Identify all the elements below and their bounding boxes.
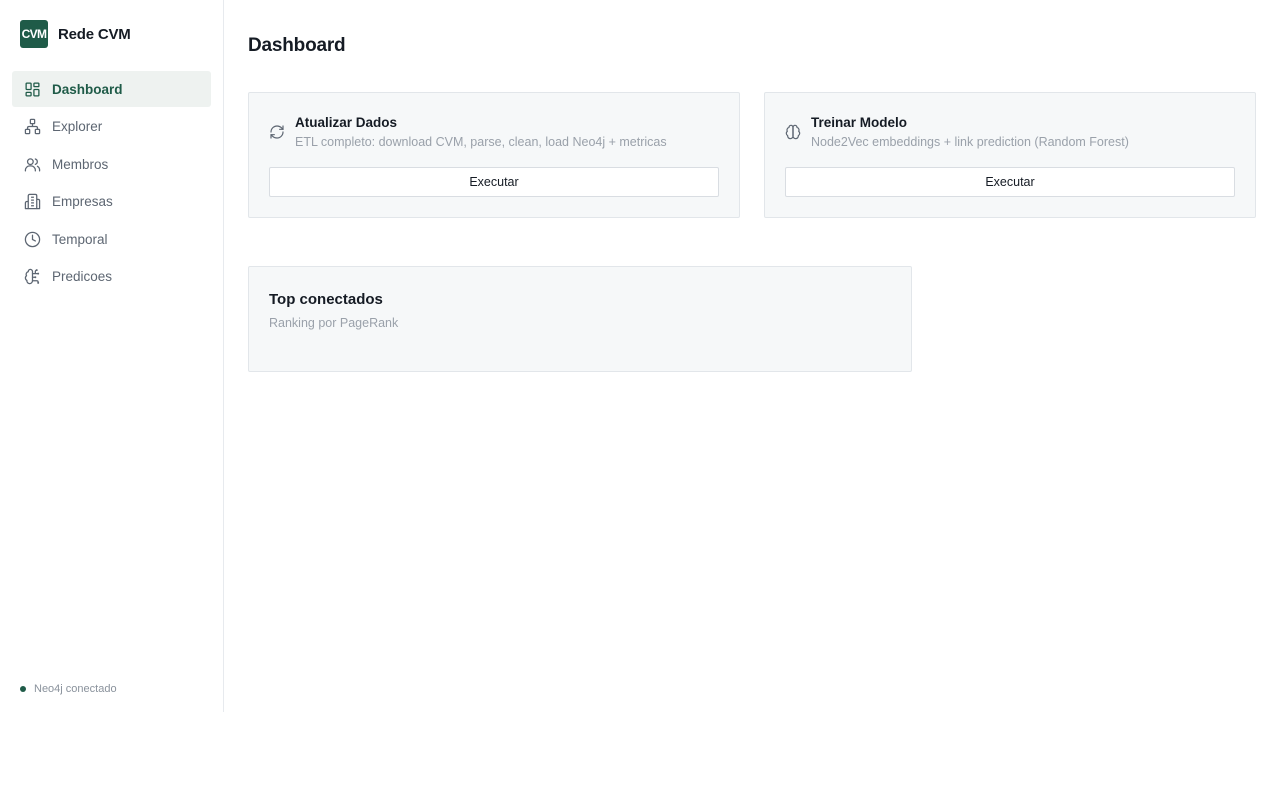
sidebar-item-dashboard[interactable]: Dashboard (12, 71, 211, 107)
update-data-card: Atualizar Dados ETL completo: download C… (248, 92, 740, 218)
sidebar-item-label: Dashboard (52, 81, 123, 97)
sidebar-item-explorer[interactable]: Explorer (12, 109, 211, 145)
users-icon (24, 156, 41, 173)
brain-icon (785, 124, 801, 140)
sidebar-nav: Dashboard Explorer Membros Empresas Temp… (12, 71, 211, 296)
brand: CVM Rede CVM (20, 20, 131, 48)
card-header: Atualizar Dados ETL completo: download C… (269, 115, 667, 149)
refresh-icon (269, 124, 285, 140)
app-root: CVM Rede CVM Dashboard Explorer Membros … (0, 0, 1280, 800)
sidebar-item-label: Predicoes (52, 269, 113, 284)
page-title: Dashboard (248, 35, 346, 56)
sidebar-item-label: Explorer (52, 119, 103, 134)
train-model-card: Treinar Modelo Node2Vec embeddings + lin… (764, 92, 1256, 218)
connection-status: Neo4j conectado (20, 683, 117, 695)
status-dot-icon (20, 686, 26, 692)
brand-name: Rede CVM (58, 25, 131, 43)
status-text: Neo4j conectado (34, 683, 117, 695)
brain-circuit-icon (24, 268, 41, 285)
sidebar-item-membros[interactable]: Membros (12, 146, 211, 182)
sidebar-item-temporal[interactable]: Temporal (12, 221, 211, 257)
brand-logo: CVM (20, 20, 48, 48)
card-description: Node2Vec embeddings + link prediction (R… (811, 135, 1129, 149)
card-title: Top conectados (269, 291, 383, 308)
sidebar-item-label: Temporal (52, 231, 108, 247)
card-text: Atualizar Dados ETL completo: download C… (295, 115, 667, 149)
card-header: Treinar Modelo Node2Vec embeddings + lin… (785, 115, 1129, 149)
run-update-data-button[interactable]: Executar (269, 167, 719, 197)
card-title: Treinar Modelo (811, 115, 908, 130)
sidebar-item-label: Membros (52, 156, 109, 172)
card-subtitle: Ranking por PageRank (269, 316, 399, 330)
sidebar-item-empresas[interactable]: Empresas (12, 184, 211, 220)
card-description: ETL completo: download CVM, parse, clean… (295, 135, 667, 149)
clock-icon (24, 231, 41, 248)
dashboard-icon (24, 81, 41, 98)
building-icon (24, 193, 41, 210)
network-icon (24, 118, 41, 135)
sidebar-item-predicoes[interactable]: Predicoes (12, 259, 211, 295)
run-train-model-button[interactable]: Executar (785, 167, 1235, 197)
card-title: Atualizar Dados (295, 115, 398, 130)
sidebar-item-label: Empresas (52, 194, 113, 209)
sidebar: CVM Rede CVM Dashboard Explorer Membros … (0, 0, 224, 712)
top-connected-card: Top conectados Ranking por PageRank (248, 266, 912, 372)
card-text: Treinar Modelo Node2Vec embeddings + lin… (811, 115, 1129, 149)
